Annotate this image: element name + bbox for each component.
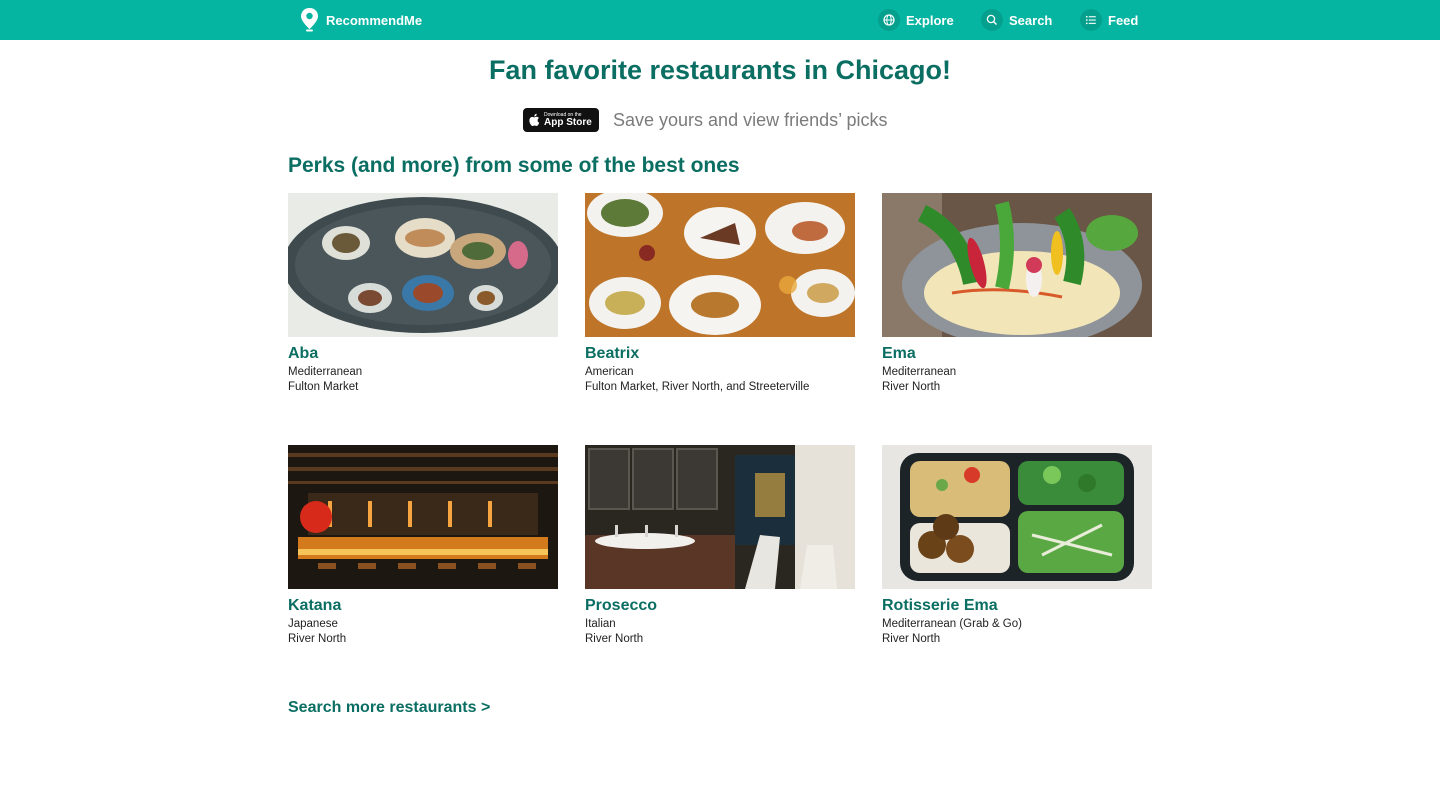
- restaurant-cuisine: Italian: [585, 618, 616, 630]
- apple-icon: [529, 113, 540, 127]
- restaurant-cuisine: Mediterranean: [882, 366, 957, 378]
- restaurant-photo: [882, 445, 1152, 589]
- restaurant-name: Rotisserie Ema: [882, 597, 998, 614]
- nav-feed-label: Feed: [1108, 12, 1139, 28]
- restaurant-card[interactable]: Prosecco Italian River North: [585, 445, 855, 645]
- nav-feed[interactable]: Feed: [1080, 9, 1138, 31]
- nav-explore-label: Explore: [906, 12, 954, 28]
- restaurant-neighborhood: River North: [882, 381, 941, 393]
- app-store-label: App Store: [544, 116, 592, 128]
- restaurant-neighborhood: Fulton Market: [288, 381, 359, 393]
- restaurant-name: Ema: [882, 345, 916, 362]
- restaurant-name: Prosecco: [585, 597, 658, 614]
- restaurant-photo: [585, 445, 855, 589]
- restaurant-name: Aba: [288, 345, 319, 362]
- restaurant-name: Beatrix: [585, 345, 640, 362]
- nav-explore[interactable]: Explore: [878, 9, 954, 31]
- restaurant-cuisine: Mediterranean: [288, 366, 363, 378]
- promo-subtitle: Save yours and view friends’ picks: [613, 109, 888, 130]
- app-store-badge[interactable]: Download on the App Store: [523, 108, 599, 132]
- restaurant-neighborhood: River North: [585, 633, 644, 645]
- restaurant-card[interactable]: Rotisserie Ema Mediterranean (Grab & Go)…: [882, 445, 1152, 645]
- globe-icon: [878, 9, 900, 31]
- brand-name: RecommendMe: [326, 12, 423, 28]
- restaurant-photo: [288, 445, 558, 589]
- restaurant-neighborhood: River North: [882, 633, 941, 645]
- search-icon: [981, 9, 1003, 31]
- restaurant-card[interactable]: Beatrix American Fulton Market, River No…: [585, 193, 855, 393]
- recommendme-logo-icon: [301, 8, 318, 32]
- restaurant-neighborhood: Fulton Market, River North, and Streeter…: [585, 381, 810, 393]
- app-promo: Download on the App Store Save yours and…: [523, 108, 887, 132]
- restaurant-card[interactable]: Ema Mediterranean River North: [882, 193, 1152, 393]
- brand-logo-link[interactable]: RecommendMe: [300, 7, 422, 33]
- restaurant-photo: [585, 193, 855, 337]
- restaurant-neighborhood: River North: [288, 633, 347, 645]
- restaurant-cuisine: American: [585, 366, 634, 378]
- nav-search[interactable]: Search: [981, 9, 1052, 31]
- search-more-restaurants-link[interactable]: Search more restaurants >: [288, 699, 490, 717]
- restaurant-card[interactable]: Katana Japanese River North: [288, 445, 558, 645]
- page-title: Fan favorite restaurants in Chicago!: [488, 55, 952, 85]
- restaurant-photo: [288, 193, 558, 337]
- top-navigation-bar: RecommendMe Explore Search Feed: [0, 0, 1440, 40]
- restaurant-name: Katana: [288, 597, 342, 614]
- restaurant-card[interactable]: Aba Mediterranean Fulton Market: [288, 193, 558, 393]
- restaurant-photo: [882, 193, 1152, 337]
- restaurant-cuisine: Mediterranean (Grab & Go): [882, 618, 1022, 630]
- restaurant-cuisine: Japanese: [288, 618, 338, 630]
- section-title: Perks (and more) from some of the best o…: [288, 154, 740, 177]
- list-icon: [1080, 9, 1102, 31]
- nav-search-label: Search: [1009, 12, 1053, 28]
